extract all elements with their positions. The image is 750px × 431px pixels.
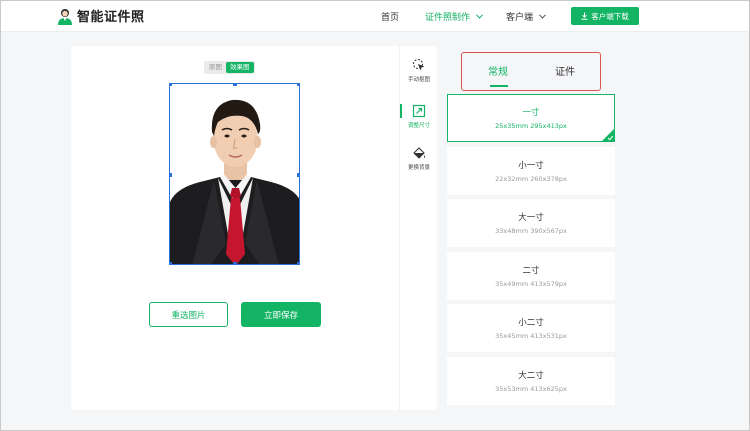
size-name: 小二寸	[518, 318, 544, 328]
client-download-label: 客户端下载	[591, 11, 629, 21]
tool-sidebar: 手动抠图 调整尺寸 更换背景	[399, 46, 437, 410]
size-category-tabs: 常规 证件	[461, 52, 601, 91]
tool-change-background[interactable]: 更换背景	[400, 146, 438, 184]
size-name: 小一寸	[518, 161, 544, 171]
size-dimensions: 35x49mm 413x579px	[495, 280, 567, 288]
tool-label: 手动抠图	[407, 77, 430, 83]
tool-manual-cutout[interactable]: 手动抠图	[400, 58, 438, 96]
tool-label: 更换背景	[407, 165, 430, 171]
top-navbar: 智能证件照 首页 证件照制作 客户端 客户端下载	[0, 0, 750, 32]
size-name: 大一寸	[518, 213, 544, 223]
size-name: 大二寸	[518, 371, 544, 381]
crop-handle[interactable]	[170, 84, 172, 86]
size-dimensions: 35x45mm 413x531px	[495, 332, 567, 340]
nav-id-photo-maker-label: 证件照制作	[425, 13, 471, 23]
chevron-down-icon	[539, 14, 546, 19]
crop-handle[interactable]	[297, 262, 299, 264]
id-photo-logo-icon	[58, 8, 72, 25]
logo-text: 智能证件照	[77, 10, 145, 25]
size-dimensions: 33x48mm 390x567px	[495, 227, 567, 235]
crop-handle[interactable]	[233, 262, 237, 264]
view-toggle: 原图 效果图	[204, 61, 255, 74]
download-icon	[581, 12, 588, 20]
nav-client[interactable]: 客户端	[506, 10, 546, 23]
save-now-button[interactable]: 立即保存	[241, 302, 321, 327]
size-panel: 常规 证件 一寸 25x35mm 295x413px 小一寸 22x32mm 2…	[437, 46, 623, 410]
nav-client-label: 客户端	[506, 13, 534, 23]
nav-home[interactable]: 首页	[381, 10, 399, 23]
resize-icon	[412, 104, 426, 118]
size-dimensions: 35x53mm 413x625px	[495, 385, 567, 393]
cursor-icon	[413, 59, 425, 71]
reselect-image-button[interactable]: 重选图片	[149, 302, 228, 327]
nav-id-photo-maker[interactable]: 证件照制作	[425, 10, 483, 23]
photo-preview-panel: 原图 效果图 重选图片 立即保存	[71, 46, 399, 410]
paint-bucket-icon	[413, 147, 425, 159]
crop-handle[interactable]	[297, 173, 299, 177]
photo-crop-frame[interactable]	[169, 83, 300, 265]
size-option[interactable]: 大二寸 35x53mm 413x625px	[447, 357, 615, 405]
tab-certificate[interactable]: 证件	[555, 63, 575, 78]
nav-home-label: 首页	[381, 13, 400, 23]
check-icon	[602, 129, 614, 141]
size-option[interactable]: 二寸 35x49mm 413x579px	[447, 252, 615, 300]
portrait-photo	[170, 84, 299, 264]
client-download-button[interactable]: 客户端下载	[571, 7, 639, 25]
size-dimensions: 25x35mm 295x413px	[495, 122, 567, 130]
crop-handle[interactable]	[297, 84, 299, 86]
crop-handle[interactable]	[170, 262, 172, 264]
size-dimensions: 22x32mm 260x378px	[495, 175, 567, 183]
size-option[interactable]: 大一寸 33x48mm 390x567px	[447, 199, 615, 247]
crop-handle[interactable]	[170, 173, 172, 177]
chevron-down-icon	[476, 14, 483, 19]
size-name: 二寸	[522, 266, 540, 276]
size-option[interactable]: 小一寸 22x32mm 260x378px	[447, 147, 615, 195]
tab-standard[interactable]: 常规	[488, 63, 508, 78]
size-option[interactable]: 小二寸 35x45mm 413x531px	[447, 304, 615, 352]
crop-handle[interactable]	[233, 84, 237, 86]
tab-active-underline	[490, 85, 508, 87]
size-option[interactable]: 一寸 25x35mm 295x413px	[447, 94, 615, 142]
size-name: 一寸	[522, 108, 540, 118]
logo[interactable]: 智能证件照	[57, 6, 145, 25]
tool-label: 调整尺寸	[407, 123, 430, 129]
tool-adjust-size[interactable]: 调整尺寸	[400, 104, 438, 142]
tab-original[interactable]: 原图	[205, 62, 226, 73]
tab-effect[interactable]: 效果图	[226, 62, 254, 73]
